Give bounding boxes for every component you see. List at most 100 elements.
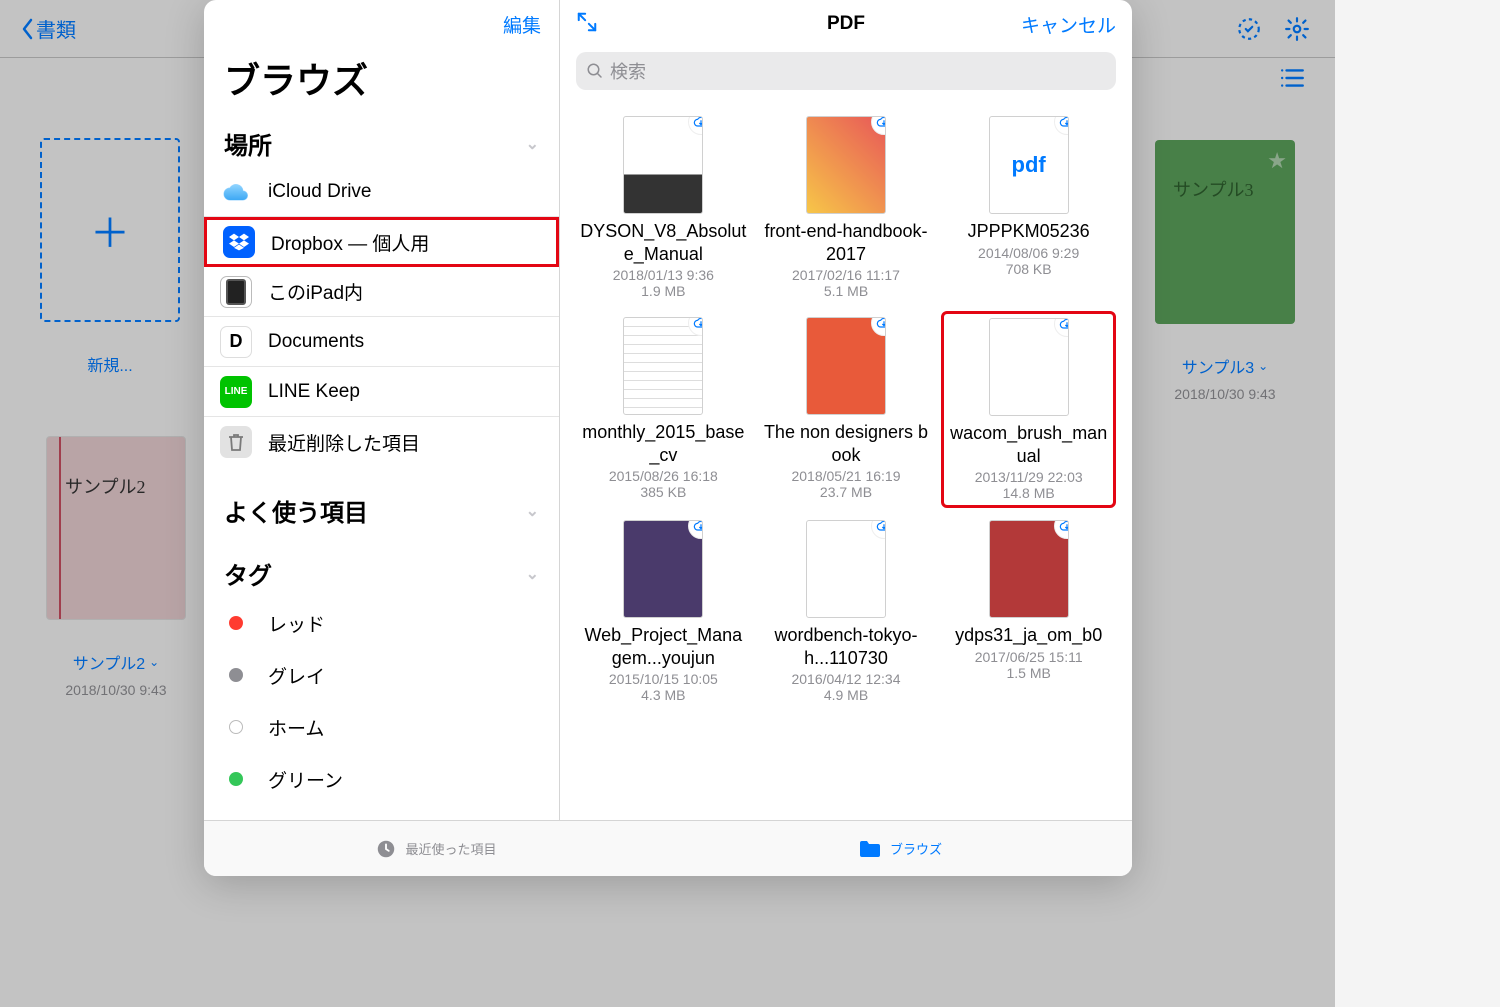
file-thumb xyxy=(989,520,1069,618)
documents-icon: D xyxy=(220,326,252,358)
item-label: Dropbox — 個人用 xyxy=(271,229,429,256)
file-item[interactable]: DYSON_V8_Absolute_Manual 2018/01/13 9:36… xyxy=(576,110,751,305)
cloud-download-icon xyxy=(871,317,886,336)
file-item[interactable]: The non designers book 2018/05/21 16:19 … xyxy=(759,311,934,508)
locations-header[interactable]: 場所 ⌄ xyxy=(204,118,559,167)
search-placeholder: 検索 xyxy=(610,58,646,84)
file-date: 2013/11/29 22:03 xyxy=(975,469,1083,485)
tag-dot xyxy=(229,772,243,786)
trash-icon xyxy=(220,426,252,458)
tab-recent[interactable]: 最近使った項目 xyxy=(204,821,668,876)
file-name: wordbench-tokyo-h...110730 xyxy=(763,624,930,669)
cloud-download-icon xyxy=(688,520,703,539)
item-label: Documents xyxy=(268,331,364,353)
search-input[interactable]: 検索 xyxy=(576,52,1116,90)
tabbar: 最近使った項目 ブラウズ xyxy=(204,820,1132,876)
chevron-down-icon: ⌄ xyxy=(526,564,539,584)
file-name: The non designers book xyxy=(763,421,930,466)
file-thumb xyxy=(806,520,886,618)
content-toolbar: PDF キャンセル xyxy=(560,0,1132,48)
sidebar-title: ブラウズ xyxy=(204,48,559,118)
locations-list: iCloud Drive Dropbox — 個人用 このiPad内 D Doc… xyxy=(204,167,559,467)
cloud-download-icon xyxy=(688,317,703,336)
files-modal: 編集 ブラウズ 場所 ⌄ iCloud Drive Dropbox — 個人用 xyxy=(204,0,1132,876)
tag-green[interactable]: グリーン xyxy=(204,753,559,805)
sidebar-item-documents[interactable]: D Documents xyxy=(204,317,559,367)
file-item[interactable]: Web_Project_Managem...youjun 2015/10/15 … xyxy=(576,514,751,709)
tag-dot xyxy=(229,668,243,682)
file-date: 2015/10/15 10:05 xyxy=(609,671,718,687)
file-date: 2018/05/21 16:19 xyxy=(791,468,900,484)
file-size: 14.8 MB xyxy=(1003,485,1055,501)
tag-gray[interactable]: グレイ xyxy=(204,649,559,701)
search-icon xyxy=(586,62,604,80)
file-thumb xyxy=(623,317,703,415)
line-icon: LINE xyxy=(220,376,252,408)
folder-icon xyxy=(858,839,882,859)
cloud-download-icon xyxy=(1054,520,1069,539)
tag-home[interactable]: ホーム xyxy=(204,701,559,753)
item-label: このiPad内 xyxy=(268,278,363,305)
tag-red[interactable]: レッド xyxy=(204,597,559,649)
file-item[interactable]: pdf JPPPKM05236 2014/08/06 9:29 708 KB xyxy=(941,110,1116,305)
sidebar-item-dropbox[interactable]: Dropbox — 個人用 xyxy=(204,217,559,267)
tags-list: レッド グレイ ホーム グリーン オレンジ xyxy=(204,597,559,820)
file-date: 2017/02/16 11:17 xyxy=(792,267,900,283)
file-item[interactable]: wacom_brush_manual 2013/11/29 22:03 14.8… xyxy=(941,311,1116,508)
cloud-icon xyxy=(220,176,252,208)
file-thumb xyxy=(806,116,886,214)
file-name: ydps31_ja_om_b0 xyxy=(955,624,1102,647)
file-item[interactable]: front-end-handbook-2017 2017/02/16 11:17… xyxy=(759,110,934,305)
file-name: Web_Project_Managem...youjun xyxy=(580,624,747,669)
sidebar-item-trash[interactable]: 最近削除した項目 xyxy=(204,417,559,467)
cloud-download-icon xyxy=(1054,116,1069,135)
cancel-button[interactable]: キャンセル xyxy=(1021,11,1116,38)
sidebar-item-line[interactable]: LINE LINE Keep xyxy=(204,367,559,417)
item-label: 最近削除した項目 xyxy=(268,429,420,456)
file-thumb: pdf xyxy=(989,116,1069,214)
file-thumb xyxy=(989,318,1069,416)
file-item[interactable]: monthly_2015_base_cv 2015/08/26 16:18 38… xyxy=(576,311,751,508)
file-name: JPPPKM05236 xyxy=(968,220,1090,243)
file-date: 2015/08/26 16:18 xyxy=(609,468,718,484)
file-date: 2018/01/13 9:36 xyxy=(613,267,714,283)
cloud-download-icon xyxy=(688,116,703,135)
file-size: 23.7 MB xyxy=(820,484,872,500)
dropbox-icon xyxy=(223,226,255,258)
file-item[interactable]: ydps31_ja_om_b0 2017/06/25 15:11 1.5 MB xyxy=(941,514,1116,709)
ipad-icon xyxy=(220,276,252,308)
file-grid: DYSON_V8_Absolute_Manual 2018/01/13 9:36… xyxy=(560,98,1132,820)
file-item[interactable]: wordbench-tokyo-h...110730 2016/04/12 12… xyxy=(759,514,934,709)
expand-button[interactable] xyxy=(576,11,598,38)
file-size: 5.1 MB xyxy=(824,283,868,299)
file-size: 4.3 MB xyxy=(641,687,685,703)
expand-icon xyxy=(576,11,598,33)
file-name: front-end-handbook-2017 xyxy=(763,220,930,265)
cloud-download-icon xyxy=(871,116,886,135)
tag-dot xyxy=(229,616,243,630)
content-pane: PDF キャンセル 検索 DYSON_V8_Absolute_Manual 20… xyxy=(560,0,1132,820)
file-size: 1.5 MB xyxy=(1006,665,1050,681)
file-thumb xyxy=(623,520,703,618)
tag-dot xyxy=(229,720,243,734)
chevron-down-icon: ⌄ xyxy=(526,134,539,154)
chevron-down-icon: ⌄ xyxy=(526,501,539,521)
file-size: 385 KB xyxy=(640,484,686,500)
item-label: LINE Keep xyxy=(268,381,360,403)
file-thumb xyxy=(806,317,886,415)
sidebar-item-icloud[interactable]: iCloud Drive xyxy=(204,167,559,217)
favorites-header[interactable]: よく使う項目 ⌄ xyxy=(204,485,559,534)
cloud-download-icon xyxy=(871,520,886,539)
tags-header[interactable]: タグ ⌄ xyxy=(204,548,559,597)
sidebar-item-ipad[interactable]: このiPad内 xyxy=(204,267,559,317)
file-date: 2017/06/25 15:11 xyxy=(975,649,1083,665)
sidebar: 編集 ブラウズ 場所 ⌄ iCloud Drive Dropbox — 個人用 xyxy=(204,0,560,820)
edit-button[interactable]: 編集 xyxy=(503,11,541,38)
tab-browse[interactable]: ブラウズ xyxy=(668,821,1132,876)
file-name: DYSON_V8_Absolute_Manual xyxy=(580,220,747,265)
file-size: 1.9 MB xyxy=(641,283,685,299)
file-size: 708 KB xyxy=(1006,261,1052,277)
tag-orange[interactable]: オレンジ xyxy=(204,805,559,820)
item-label: iCloud Drive xyxy=(268,181,371,203)
cloud-download-icon xyxy=(1054,318,1069,337)
